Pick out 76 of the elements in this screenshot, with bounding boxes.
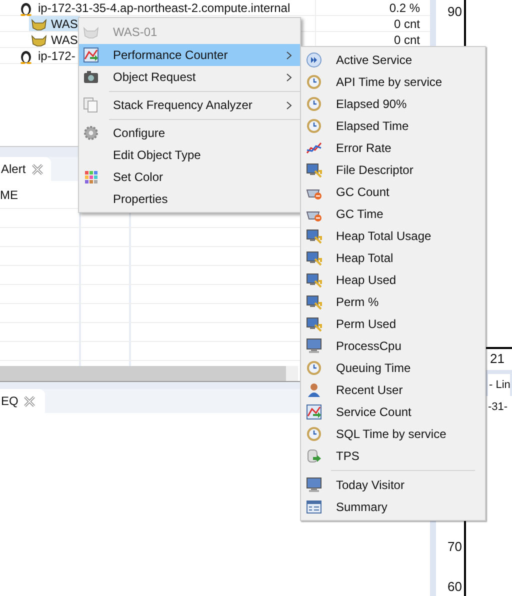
value-text: 0 cnt [394,16,420,32]
form-icon [306,499,322,515]
clock-icon [306,96,322,112]
menu-item[interactable]: SQL Time by service [301,423,485,445]
menu-item[interactable]: Today Visitor [301,474,485,496]
camera-icon [83,69,99,85]
menu-item[interactable]: Properties [79,188,300,210]
menu-item[interactable]: Heap Used [301,269,485,291]
menu-item[interactable]: Error Rate [301,137,485,159]
clock-icon [306,360,322,376]
menu-item[interactable]: Summary [301,496,485,518]
monitor-icon [306,338,322,354]
monitor-icon [306,477,322,493]
menu-item[interactable]: Heap Total [301,247,485,269]
clock-icon [306,74,322,90]
axis-label: 60 [448,578,462,596]
view-tab[interactable]: EQ [0,389,46,413]
view-tab[interactable]: Alert [0,157,51,181]
menu-item[interactable]: Perm Used [301,313,485,335]
menu-item[interactable]: Set Color [79,166,300,188]
scrollbar[interactable] [0,366,298,381]
trend-line-icon [306,140,322,156]
view-tab[interactable]: - Lin [488,374,510,396]
tree-item[interactable]: ip-172- [16,48,78,63]
menu-item[interactable]: Edit Object Type [79,144,300,166]
close-icon[interactable] [32,164,43,174]
clock-icon [306,426,322,442]
menu-item[interactable]: Performance Counter [79,44,300,66]
tree-item[interactable]: ip-172-31-35-4.ap-northeast-2.compute.internal [16,0,292,15]
menu-item[interactable]: Stack Frequency Analyzer [79,94,300,116]
value-text: 0.2 % [389,0,420,16]
monitor-key-icon [306,294,322,310]
menu-header: WAS-01 [113,24,158,41]
monitor-key-icon [306,250,322,266]
menu-item[interactable]: Perm % [301,291,485,313]
menu-item[interactable]: Service Count [301,401,485,423]
menu-item[interactable]: Heap Total Usage [301,225,485,247]
clock-icon [306,118,322,134]
menu-item[interactable]: Elapsed Time [301,115,485,137]
gear-icon [83,125,99,141]
menu-item[interactable]: Queuing Time [301,357,485,379]
chart-icon [306,404,322,420]
menu-item[interactable]: API Time by service [301,71,485,93]
chart-icon [83,47,99,63]
column-header: ME [0,186,18,204]
menu-item[interactable]: Recent User [301,379,485,401]
fast-forward-icon [306,52,322,68]
chevron-right-icon [286,72,292,82]
monitor-key-icon [306,272,322,288]
database-arrow-icon [306,448,322,464]
axis-label: 21 [489,350,506,368]
menu-item[interactable]: Configure [79,122,300,144]
monitor-key-icon [306,162,322,178]
menu-item[interactable]: TPS [301,445,485,467]
menu-item[interactable]: GC Count [301,181,485,203]
menu-item[interactable]: Elapsed 90% [301,93,485,115]
axis-label: 70 [448,538,462,556]
cat-icon [83,24,99,40]
menu-item[interactable]: ProcessCpu [301,335,485,357]
chevron-right-icon [286,50,292,60]
axis-label: 90 [448,3,462,21]
chevron-right-icon [286,100,292,110]
monitor-key-icon [306,316,322,332]
value-text: 0 cnt [394,32,420,48]
menu-item[interactable]: File Descriptor [301,159,485,181]
color-grid-icon [83,169,99,185]
close-icon[interactable] [24,396,36,406]
chart-title: -31- [488,400,508,415]
menu-item[interactable]: GC Time [301,203,485,225]
tree-item[interactable]: WAS [29,32,80,47]
monitor-key-icon [306,228,322,244]
tree-item[interactable]: WAS [29,16,80,31]
menu-item[interactable]: Object Request [79,66,300,88]
menu-item[interactable]: Active Service [301,49,485,71]
pages-icon [83,97,99,113]
user-icon [306,382,322,398]
